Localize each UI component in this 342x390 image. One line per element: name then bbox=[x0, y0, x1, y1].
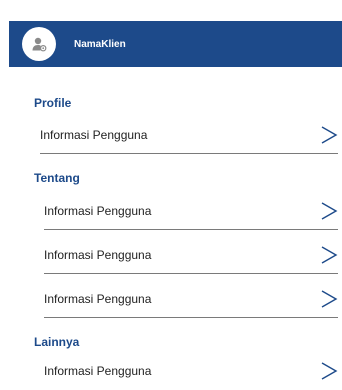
list-item-label: Informasi Pengguna bbox=[40, 127, 148, 142]
section-title-lainnya: Lainnya bbox=[34, 335, 80, 349]
list-item-lainnya-1[interactable]: Informasi Pengguna bbox=[44, 352, 338, 390]
user-settings-icon bbox=[32, 37, 47, 52]
list-item-tentang-2[interactable]: Informasi Pengguna bbox=[44, 236, 338, 274]
chevron-right-icon bbox=[318, 125, 338, 145]
avatar[interactable] bbox=[22, 27, 56, 61]
chevron-right-icon bbox=[318, 289, 338, 309]
list-item-label: Informasi Pengguna bbox=[44, 291, 152, 306]
profile-header[interactable]: NamaKlien bbox=[9, 21, 342, 67]
section-title-tentang: Tentang bbox=[34, 171, 80, 185]
list-item-tentang-1[interactable]: Informasi Pengguna bbox=[44, 192, 338, 230]
list-item-label: Informasi Pengguna bbox=[44, 364, 152, 378]
list-item-profile-informasi-pengguna[interactable]: Informasi Pengguna bbox=[40, 116, 338, 154]
chevron-right-icon bbox=[318, 361, 338, 381]
list-item-label: Informasi Pengguna bbox=[44, 247, 152, 262]
list-item-tentang-3[interactable]: Informasi Pengguna bbox=[44, 280, 338, 318]
client-name: NamaKlien bbox=[74, 38, 126, 50]
section-title-profile: Profile bbox=[34, 96, 72, 110]
chevron-right-icon bbox=[318, 245, 338, 265]
list-item-label: Informasi Pengguna bbox=[44, 203, 152, 218]
chevron-right-icon bbox=[318, 201, 338, 221]
